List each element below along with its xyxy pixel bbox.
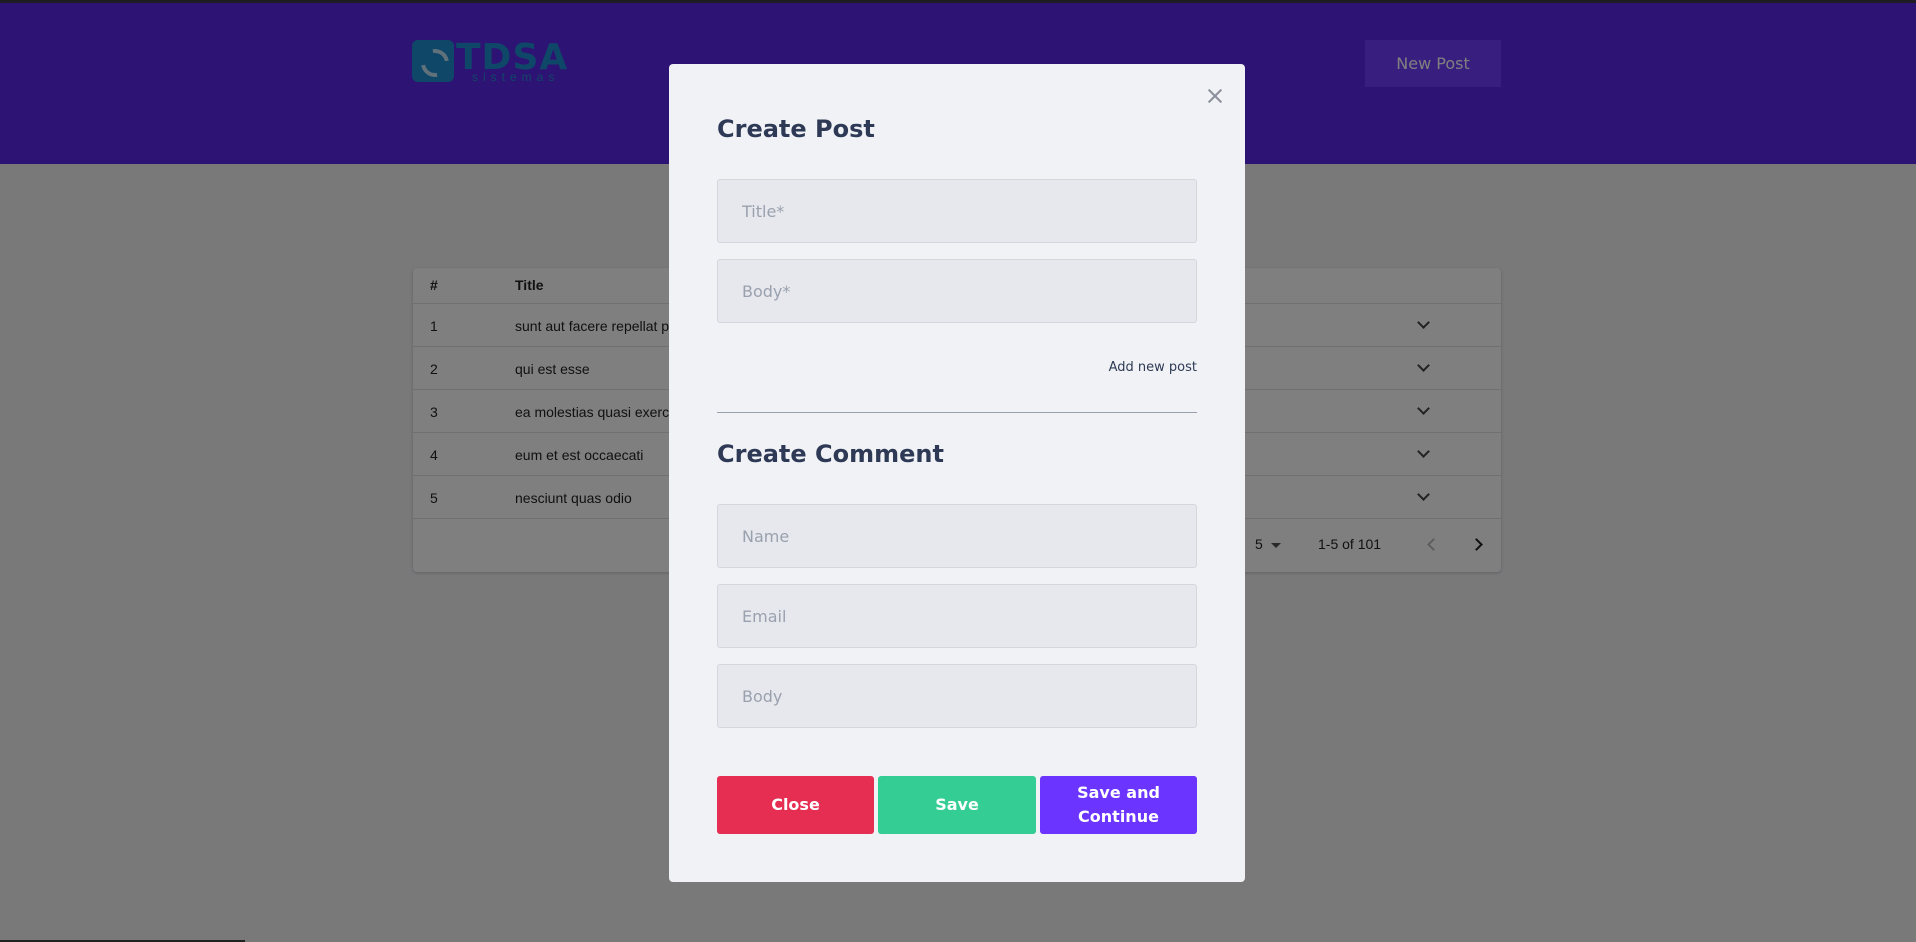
comment-body-input[interactable] [717, 664, 1197, 728]
post-body-input[interactable] [717, 259, 1197, 323]
comment-name-input[interactable] [717, 504, 1197, 568]
section-divider [717, 412, 1197, 413]
close-button[interactable]: Close [717, 776, 874, 834]
save-button[interactable]: Save [878, 776, 1036, 834]
create-comment-heading: Create Comment [717, 440, 944, 468]
create-post-heading: Create Post [717, 115, 875, 143]
close-icon[interactable] [1203, 84, 1227, 108]
create-post-modal: Create Post Add new post Create Comment … [669, 64, 1245, 882]
comment-email-input[interactable] [717, 584, 1197, 648]
save-and-continue-button[interactable]: Save and Continue [1040, 776, 1197, 834]
add-new-post-link[interactable]: Add new post [1109, 360, 1197, 375]
post-title-input[interactable] [717, 179, 1197, 243]
